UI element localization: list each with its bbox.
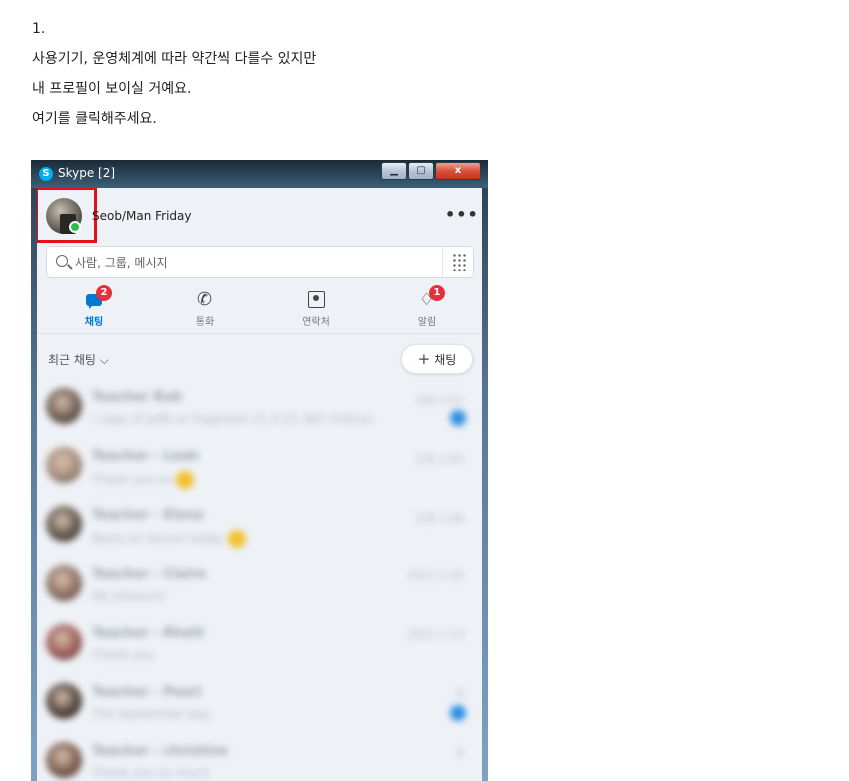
chat-preview: Thank you — [92, 648, 155, 662]
skype-logo-icon: S — [39, 167, 53, 181]
chat-name: Teacher - Claire — [92, 567, 206, 582]
tab-notifications[interactable]: ♢ 1 알림 — [387, 284, 467, 332]
bell-icon: ♢ 1 — [417, 285, 445, 310]
chat-preview: Thank you so — [92, 471, 195, 489]
search-box[interactable] — [46, 246, 474, 278]
chat-avatar — [46, 506, 82, 542]
search-icon — [56, 255, 68, 267]
instruction-text: 1. 사용기기, 운영체계에 따라 약간씩 다를수 있지만 내 프로필이 보이실… — [32, 14, 316, 134]
chat-list-item[interactable]: Teacher - Leah Thank you so 오후 2:05 — [37, 441, 482, 500]
tab-label: 연락처 — [302, 317, 330, 328]
skype-app: Seob/Man Friday ••• 2 채팅 ✆ 통화 — [37, 188, 482, 781]
tab-chats[interactable]: 2 채팅 — [54, 284, 134, 332]
chat-avatar — [46, 565, 82, 601]
chat-avatar — [46, 388, 82, 424]
instruction-line: 여기를 클릭해주세요. — [32, 111, 157, 127]
chat-name: Teacher - Pearl — [92, 685, 202, 700]
tab-calls[interactable]: ✆ 통화 — [165, 284, 245, 332]
chat-time: 2021-1-13 — [407, 628, 464, 641]
window-titlebar[interactable]: S Skype [2] ▁ ▢ x — [31, 160, 488, 188]
close-button[interactable]: x — [435, 162, 481, 180]
chat-avatar — [46, 447, 82, 483]
chat-list: Teacher Rob I copy of pdfs or fragment 21… — [37, 382, 482, 781]
tab-contacts[interactable]: 연락처 — [276, 284, 356, 332]
chat-preview: I copy of pdfs or fragment 21 0.22 365 O… — [92, 412, 374, 426]
more-options-icon[interactable]: ••• — [445, 205, 479, 224]
chat-icon: 2 — [84, 285, 112, 310]
unread-indicator — [450, 410, 466, 426]
chat-time: 오후 1:06 — [415, 512, 464, 525]
chat-name: Teacher - Leah — [92, 449, 199, 464]
chat-list-item[interactable]: Teacher Rob I copy of pdfs or fragment 21… — [37, 382, 482, 441]
dialpad-icon[interactable] — [452, 253, 466, 271]
chat-avatar — [46, 624, 82, 660]
chat-time: 8 — [457, 746, 464, 759]
chat-list-item[interactable]: Teacher - Rhett Thank you 2021-1-13 — [37, 618, 482, 677]
emoji-icon — [176, 471, 195, 489]
tab-label: 채팅 — [84, 317, 104, 328]
instruction-line: 내 프로필이 보이실 거예요. — [32, 81, 192, 97]
search-divider — [442, 247, 443, 277]
chat-preview: Thank you so much — [92, 766, 210, 780]
chat-list-item[interactable]: Teacher - Pearl The September pay 8 — [37, 677, 482, 736]
chat-name: Teacher - christine — [92, 744, 228, 759]
chat-preview: My pleasure — [92, 589, 165, 603]
chat-preview: Bests on lesson today — [92, 530, 246, 548]
chat-name: Teacher - Elena — [92, 508, 204, 523]
chat-list-item[interactable]: Teacher - christine Thank you so much 8 — [37, 736, 482, 781]
plus-icon: + — [417, 350, 431, 368]
maximize-button[interactable]: ▢ — [408, 162, 434, 180]
recent-chats-dropdown[interactable]: 최근 채팅 ⌵ — [48, 351, 109, 368]
chats-badge: 2 — [96, 285, 112, 301]
notifications-badge: 1 — [429, 285, 445, 301]
contacts-icon — [306, 290, 326, 310]
annotation-highlight-box — [37, 188, 97, 243]
instruction-line: 1. — [32, 21, 46, 37]
search-input[interactable] — [75, 253, 435, 273]
tab-label: 알림 — [417, 317, 437, 328]
emoji-icon — [227, 530, 246, 548]
chat-time: 오후 3:07 — [415, 394, 464, 407]
chat-name: Teacher Rob — [92, 390, 182, 405]
main-tabs: 2 채팅 ✆ 통화 연락처 ♢ 1 알림 — [37, 284, 482, 334]
profile-name[interactable]: Seob/Man Friday — [92, 209, 192, 223]
chat-list-item[interactable]: Teacher - Claire My pleasure 2021-1-05 — [37, 559, 482, 618]
minimize-button[interactable]: ▁ — [381, 162, 407, 180]
chat-avatar — [46, 683, 82, 719]
chat-time: 오후 2:05 — [415, 453, 464, 466]
profile-row: Seob/Man Friday ••• — [37, 188, 482, 244]
chat-time: 2021-1-05 — [407, 569, 464, 582]
new-chat-button[interactable]: + 채팅 — [401, 344, 473, 374]
chat-avatar — [46, 742, 82, 778]
tab-label: 통화 — [195, 317, 215, 328]
instruction-line: 사용기기, 운영체계에 따라 약간씩 다를수 있지만 — [32, 51, 317, 67]
chat-time: 8 — [457, 687, 464, 700]
chat-preview: The September pay — [92, 707, 211, 721]
window-title: Skype [2] — [58, 166, 116, 180]
chat-list-item[interactable]: Teacher - Elena Bests on lesson today 오후 1… — [37, 500, 482, 559]
skype-window: S Skype [2] ▁ ▢ x Seob/Man Friday ••• 사람… — [31, 160, 488, 781]
chat-name: Teacher - Rhett — [92, 626, 204, 641]
phone-icon: ✆ — [197, 289, 213, 310]
unread-indicator — [450, 705, 466, 721]
new-chat-label: 채팅 — [434, 353, 457, 367]
